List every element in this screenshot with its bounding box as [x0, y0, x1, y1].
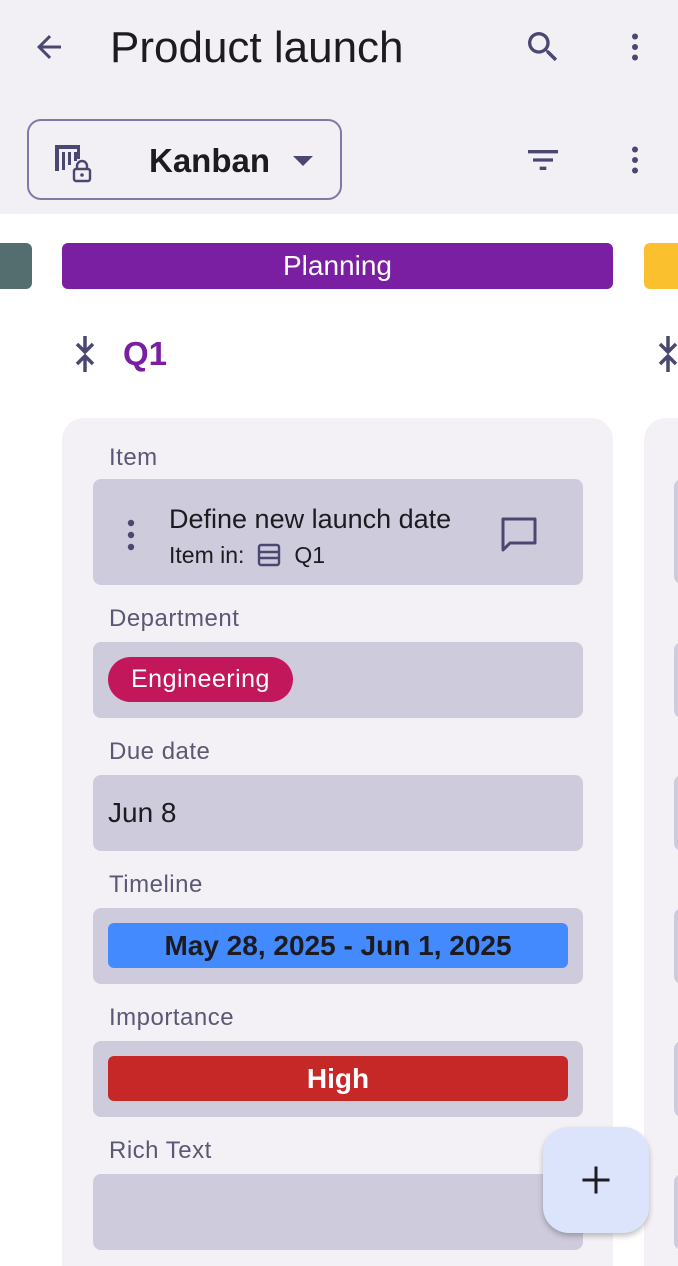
item-location: Item in: Q1: [169, 541, 325, 569]
item-field-label: Item: [109, 444, 158, 471]
more-vert-icon: [632, 33, 638, 61]
kanban-card[interactable]: Item Define new launch date Item in: Q1: [62, 418, 613, 1266]
next-column-header[interactable]: [644, 243, 678, 289]
item-location-table: Q1: [294, 542, 326, 568]
group-title[interactable]: Q1: [123, 332, 167, 376]
more-vert-icon: [632, 146, 638, 174]
view-more-button[interactable]: [610, 135, 660, 185]
app-bar: Product launch Kanban: [0, 0, 678, 214]
filter-button[interactable]: [518, 135, 568, 185]
arrow-back-icon: [37, 35, 61, 59]
due-date-field-label: Due date: [109, 738, 211, 765]
rich-text-field[interactable]: [93, 1174, 583, 1250]
field-box: [674, 1041, 678, 1117]
importance-field[interactable]: High: [93, 1041, 583, 1117]
column-header[interactable]: Planning: [62, 243, 613, 289]
collapse-icon[interactable]: [650, 332, 678, 376]
page-title: Product launch: [110, 23, 404, 72]
item-name[interactable]: Define new launch date: [169, 503, 451, 535]
department-tag: Engineering: [108, 657, 293, 702]
add-item-button[interactable]: [543, 1127, 649, 1233]
kanban-locked-icon: [55, 145, 92, 183]
previous-column-header[interactable]: [0, 243, 32, 289]
plus-icon: [582, 1166, 610, 1194]
caret-down-icon: [293, 156, 313, 166]
field-box: [674, 1174, 678, 1250]
table-icon: [258, 543, 281, 567]
field-box: [674, 775, 678, 851]
department-field[interactable]: Engineering: [93, 642, 583, 718]
importance-field-label: Importance: [109, 1004, 235, 1031]
field-box: [674, 479, 678, 584]
timeline-field[interactable]: May 28, 2025 - Jun 1, 2025: [93, 908, 583, 984]
rich-text-field-label: Rich Text: [109, 1137, 212, 1164]
timeline-value: May 28, 2025 - Jun 1, 2025: [108, 923, 568, 968]
search-icon: [528, 32, 558, 62]
field-box: [674, 908, 678, 984]
comment-icon[interactable]: [497, 515, 541, 555]
item-location-prefix: Item in:: [169, 542, 245, 568]
timeline-field-label: Timeline: [109, 871, 203, 898]
field-box: [674, 642, 678, 718]
filter-icon: [528, 150, 558, 170]
more-options-button[interactable]: [610, 22, 660, 72]
back-button[interactable]: [24, 22, 74, 72]
search-button[interactable]: [518, 22, 568, 72]
item-field[interactable]: Define new launch date Item in: Q1: [93, 479, 583, 585]
due-date-field[interactable]: Jun 8: [93, 775, 583, 851]
view-label: Kanban: [149, 142, 271, 179]
department-field-label: Department: [109, 605, 240, 632]
more-vert-icon[interactable]: [117, 517, 145, 553]
kanban-board[interactable]: Planning Q1 Item Define new launch date …: [0, 214, 678, 1266]
view-selector[interactable]: Kanban: [27, 119, 342, 200]
collapse-icon[interactable]: [66, 332, 104, 376]
next-column-card[interactable]: [644, 418, 678, 1266]
importance-value: High: [108, 1056, 568, 1101]
due-date-value: Jun 8: [108, 797, 177, 828]
